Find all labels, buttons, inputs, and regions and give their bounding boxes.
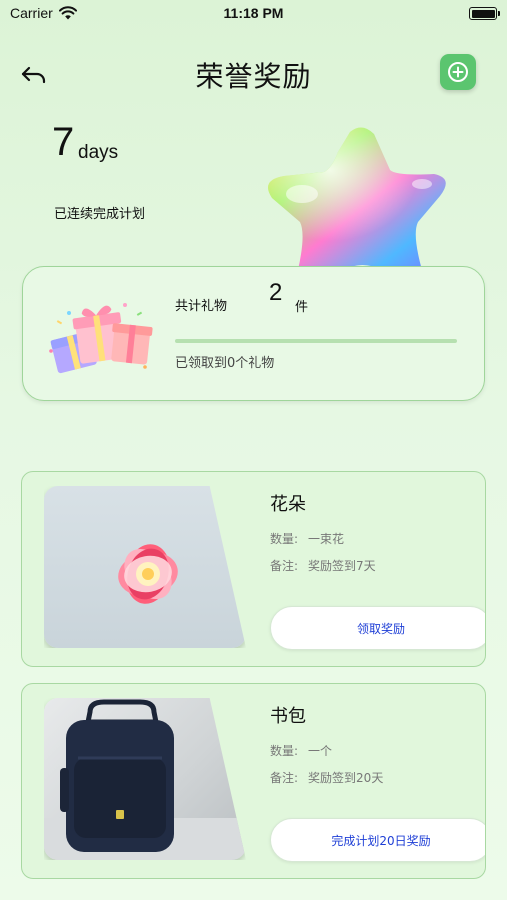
page-title: 荣誉奖励 xyxy=(195,60,312,93)
reward-quantity-row: 数量: 一个 xyxy=(270,742,332,759)
reward-card: 花朵 数量: 一束花 备注: 奖励签到7天 领取奖励 xyxy=(21,471,486,667)
note-value: 奖励签到7天 xyxy=(308,559,376,573)
note-value: 奖励签到20天 xyxy=(308,771,384,785)
streak-label: 已连续完成计划 xyxy=(54,207,146,222)
reward-name: 书包 xyxy=(270,706,306,727)
reward-image-flower xyxy=(44,486,246,648)
received-gifts-text: 已领取到0个礼物 xyxy=(175,356,275,371)
battery-fill xyxy=(471,9,495,18)
streak-unit: days xyxy=(78,142,119,163)
complete-plan-reward-button[interactable]: 完成计划20日奖励 xyxy=(270,818,485,862)
backpack-icon xyxy=(44,699,246,860)
reward-quantity-row: 数量: 一束花 xyxy=(270,530,344,547)
battery-icon xyxy=(469,7,500,20)
streak-count: 7 xyxy=(52,120,75,164)
status-bar: Carrier 11:18 PM xyxy=(0,0,507,28)
total-gifts-unit: 件 xyxy=(295,300,309,315)
quantity-value: 一束花 xyxy=(308,532,345,546)
quantity-value: 一个 xyxy=(308,744,333,758)
note-label: 备注: xyxy=(270,771,299,785)
reward-image-backpack xyxy=(44,698,246,860)
gift-boxes-illustration xyxy=(49,303,153,374)
quantity-label: 数量: xyxy=(270,532,299,546)
status-time: 11:18 PM xyxy=(223,5,284,21)
claim-reward-button[interactable]: 领取奖励 xyxy=(270,606,485,650)
reward-name: 花朵 xyxy=(270,494,306,515)
flower-icon xyxy=(118,544,178,604)
total-gifts-count: 2 xyxy=(269,279,283,306)
note-label: 备注: xyxy=(270,559,299,573)
plus-circle-icon xyxy=(448,62,468,82)
gift-summary-card: 共计礼物 2 件 已领取到0个礼物 xyxy=(22,266,485,401)
gift-progress-bar xyxy=(175,339,457,343)
add-button[interactable] xyxy=(440,54,476,90)
quantity-label: 数量: xyxy=(270,744,299,758)
total-gifts-label: 共计礼物 xyxy=(175,299,228,314)
reward-card: 书包 数量: 一个 备注: 奖励签到20天 完成计划20日奖励 xyxy=(21,683,486,879)
reward-note-row: 备注: 奖励签到7天 xyxy=(270,557,376,574)
rainbow-star-illustration xyxy=(268,127,446,270)
reward-note-row: 备注: 奖励签到20天 xyxy=(270,769,383,786)
